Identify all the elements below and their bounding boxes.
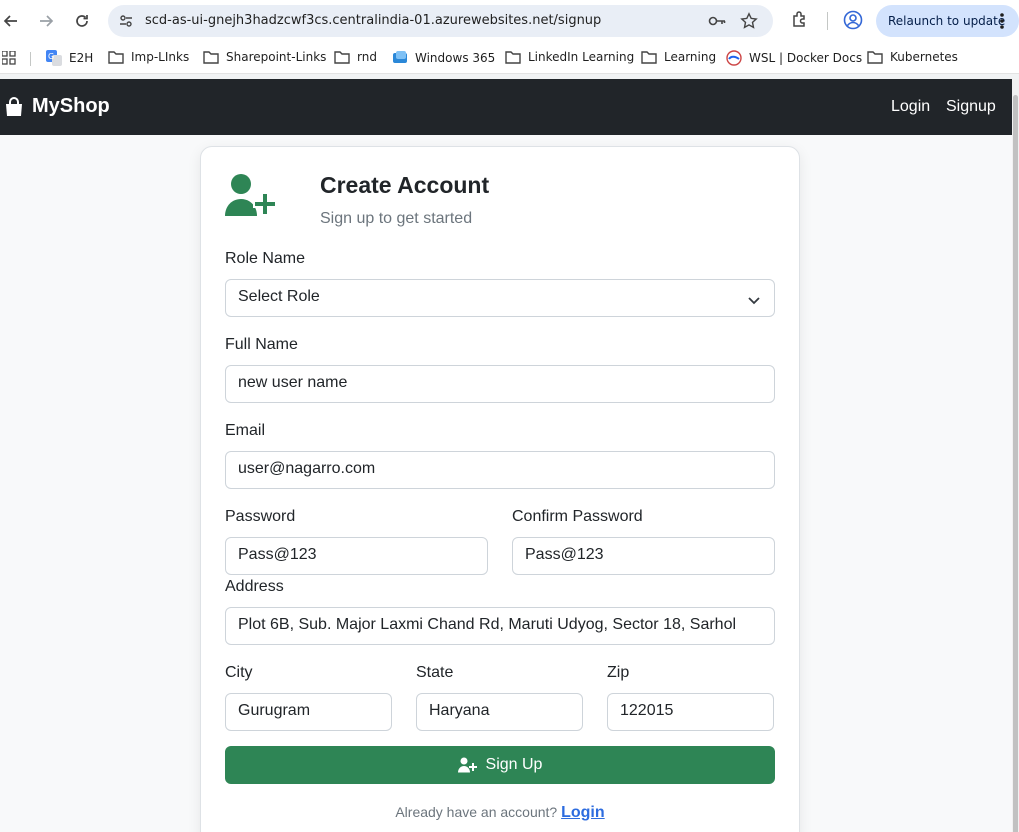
profile-icon[interactable]	[843, 10, 863, 35]
kebab-menu-icon[interactable]	[999, 12, 1005, 33]
reload-icon	[76, 15, 88, 27]
bookmark-label: rnd	[357, 50, 377, 64]
bookmark-linkedin-learning[interactable]: LinkedIn Learning	[505, 50, 634, 64]
email-input[interactable]: user@nagarro.com	[225, 451, 775, 489]
bookmark-label: Learning	[664, 50, 717, 64]
role-select[interactable]: Select Role	[225, 279, 775, 317]
translate-icon: G	[46, 50, 62, 66]
bookmark-kubernetes[interactable]: Kubernetes	[867, 50, 958, 64]
confirm-password-label: Confirm Password	[512, 508, 643, 525]
folder-icon	[867, 51, 883, 64]
brand-logo[interactable]: MyShop	[4, 95, 110, 118]
address-input[interactable]: Plot 6B, Sub. Major Laxmi Chand Rd, Maru…	[225, 607, 775, 645]
bookmark-label: Imp-LInks	[131, 50, 190, 64]
page-scrollbar[interactable]	[1012, 79, 1019, 832]
bookmark-label: Windows 365	[415, 51, 496, 65]
address-bar[interactable]: scd-as-ui-gnejh3hadzcwf3cs.centralindia-…	[108, 5, 773, 37]
apps-grid-icon[interactable]	[1, 50, 16, 70]
sign-up-button[interactable]: Sign Up	[225, 746, 775, 784]
scrollbar-thumb[interactable]	[1013, 95, 1018, 832]
login-prompt: Already have an account? Login	[201, 804, 799, 822]
password-label: Password	[225, 508, 296, 525]
signup-card: Create Account Sign up to get started Ro…	[200, 146, 800, 832]
password-key-icon[interactable]	[708, 13, 726, 34]
bookmark-e2h[interactable]: G E2H	[46, 50, 93, 66]
email-label: Email	[225, 422, 266, 439]
city-input[interactable]: Gurugram	[225, 693, 392, 731]
bookmark-sharepoint-links[interactable]: Sharepoint-Links	[203, 50, 326, 64]
bookmark-rnd[interactable]: rnd	[334, 50, 377, 64]
sign-up-label: Sign Up	[485, 756, 543, 773]
relaunch-label: Relaunch to update	[888, 14, 1006, 28]
docker-icon	[726, 50, 742, 66]
login-link[interactable]: Login	[561, 804, 605, 821]
fullname-label: Full Name	[225, 336, 298, 353]
nav-signup-link[interactable]: Signup	[946, 98, 996, 116]
app-navbar: MyShop Login Signup	[0, 79, 1012, 135]
nav-login-link[interactable]: Login	[891, 98, 930, 116]
confirm-password-input[interactable]: Pass@123	[512, 537, 775, 575]
user-plus-icon	[457, 757, 477, 773]
brand-name: MyShop	[32, 95, 110, 117]
bookmark-learning[interactable]: Learning	[641, 50, 716, 64]
shopping-bag-icon	[6, 96, 22, 116]
city-label: City	[225, 664, 253, 681]
relaunch-button[interactable]: Relaunch to update	[876, 5, 1019, 37]
arrow-right-icon	[40, 15, 54, 27]
bookmarks-separator	[30, 52, 31, 66]
bookmark-star-icon[interactable]	[740, 12, 758, 35]
page-subtitle: Sign up to get started	[320, 210, 473, 227]
url-text[interactable]: scd-as-ui-gnejh3hadzcwf3cs.centralindia-…	[145, 13, 601, 28]
bookmark-imp-links[interactable]: Imp-LInks	[108, 50, 189, 64]
bookmarks-bar: G E2H Imp-LInks Sharepoint-Links rnd Win…	[0, 42, 1019, 74]
state-input[interactable]: Haryana	[416, 693, 583, 731]
state-label: State	[416, 664, 454, 681]
folder-icon	[108, 51, 124, 64]
site-info-icon[interactable]	[118, 13, 134, 34]
zip-input[interactable]: 122015	[607, 693, 774, 731]
password-input[interactable]: Pass@123	[225, 537, 488, 575]
bookmark-wsl-docker-docs[interactable]: WSL | Docker Docs	[726, 50, 862, 66]
folder-icon	[641, 51, 657, 64]
bookmark-label: E2H	[69, 51, 94, 65]
bookmark-label: Kubernetes	[890, 50, 958, 64]
role-selected-value: Select Role	[238, 288, 320, 305]
toolbar-divider	[827, 12, 828, 30]
arrow-left-icon	[3, 15, 17, 27]
login-prompt-text: Already have an account?	[395, 804, 558, 820]
zip-label: Zip	[607, 664, 630, 681]
extensions-icon[interactable]	[790, 10, 810, 35]
reload-button[interactable]	[71, 10, 93, 32]
role-label: Role Name	[225, 250, 306, 267]
chevron-down-icon	[748, 292, 760, 310]
folder-icon	[505, 51, 521, 64]
browser-toolbar: scd-as-ui-gnejh3hadzcwf3cs.centralindia-…	[0, 0, 1019, 42]
page-title: Create Account	[320, 172, 490, 198]
bookmark-windows-365[interactable]: Windows 365	[392, 50, 495, 66]
address-label: Address	[225, 578, 284, 595]
fullname-input[interactable]: new user name	[225, 365, 775, 403]
bookmark-label: LinkedIn Learning	[528, 50, 635, 64]
user-plus-icon	[224, 173, 282, 222]
folder-icon	[203, 51, 219, 64]
forward-button[interactable]	[35, 10, 57, 32]
folder-icon	[334, 51, 350, 64]
back-button[interactable]	[0, 10, 22, 32]
bookmark-label: Sharepoint-Links	[226, 50, 327, 64]
windows365-icon	[393, 51, 407, 63]
bookmark-label: WSL | Docker Docs	[749, 51, 863, 65]
svg-text:G: G	[48, 52, 54, 61]
